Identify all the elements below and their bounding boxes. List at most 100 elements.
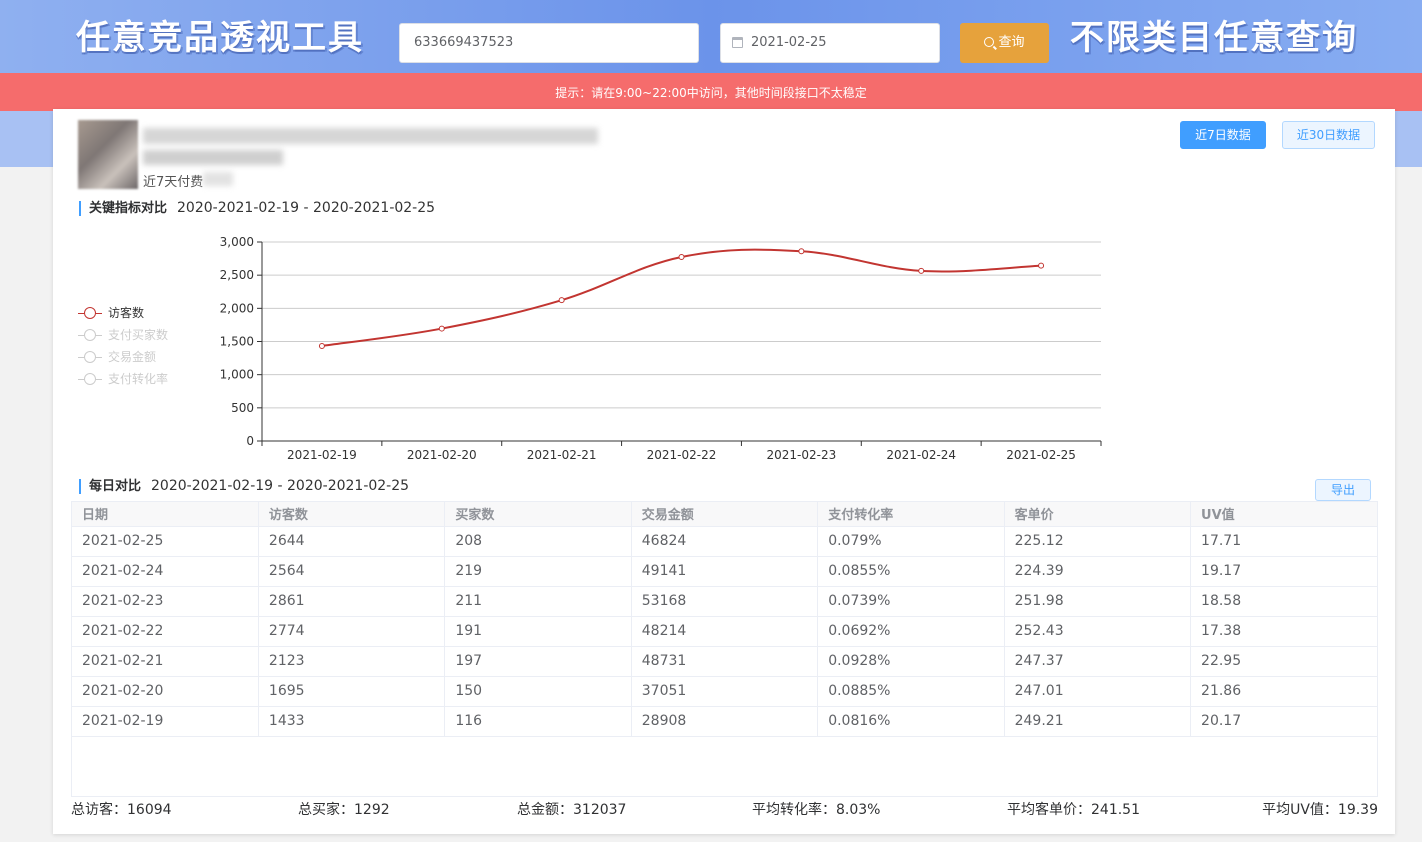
table-cell: 2021-02-19 xyxy=(72,706,259,737)
calendar-icon xyxy=(732,37,743,48)
table-cell: 197 xyxy=(444,646,632,677)
table-cell: 49141 xyxy=(631,556,819,587)
table-cell: 191 xyxy=(444,616,632,647)
date-value: 2021-02-25 xyxy=(751,35,827,50)
column-header: 买家数 xyxy=(444,502,632,527)
key-metrics-range: 2020-2021-02-19 - 2020-2021-02-25 xyxy=(177,200,436,216)
table-cell: 0.0855% xyxy=(817,556,1005,587)
table-cell: 2021-02-21 xyxy=(72,646,259,677)
table-cell: 2021-02-24 xyxy=(72,556,259,587)
table-cell: 46824 xyxy=(631,526,819,557)
y-tick-label: 1,000 xyxy=(220,368,254,382)
data-point xyxy=(678,253,685,260)
table-cell: 208 xyxy=(444,526,632,557)
y-tick-label: 2,000 xyxy=(220,301,254,315)
data-point xyxy=(558,297,565,304)
table-cell: 249.21 xyxy=(1004,706,1192,737)
table-cell: 0.0692% xyxy=(817,616,1005,647)
x-tick-label: 2021-02-23 xyxy=(766,448,836,462)
blurred-product-title xyxy=(143,128,598,144)
table-row: 2021-02-20 1695 150 37051 0.0885% 247.01 21.86 xyxy=(72,676,1377,707)
table-cell: 48731 xyxy=(631,646,819,677)
avg-order-value: 平均客单价：241.51 xyxy=(1007,802,1140,818)
last-30-days-button[interactable]: 近30日数据 xyxy=(1282,121,1375,149)
table-cell: 17.71 xyxy=(1190,526,1377,557)
table-cell: 252.43 xyxy=(1004,616,1192,647)
data-point xyxy=(798,248,805,255)
column-header: 客单价 xyxy=(1004,502,1192,527)
blurred-product-info xyxy=(143,150,283,165)
table-cell: 2021-02-20 xyxy=(72,676,259,707)
y-tick-label: 2,500 xyxy=(220,268,254,282)
export-button[interactable]: 导出 xyxy=(1315,479,1371,501)
total-visitors: 总访客：16094 xyxy=(71,802,172,818)
x-tick-label: 2021-02-22 xyxy=(647,448,717,462)
last-7-days-button[interactable]: 近7日数据 xyxy=(1180,121,1266,149)
daily-range: 2020-2021-02-19 - 2020-2021-02-25 xyxy=(151,478,410,494)
avg-uv-value: 平均UV值：19.39 xyxy=(1262,802,1378,818)
table-cell: 19.17 xyxy=(1190,556,1377,587)
y-tick-label: 0 xyxy=(246,434,254,448)
data-point xyxy=(918,267,925,274)
table-cell: 247.37 xyxy=(1004,646,1192,677)
product-image xyxy=(78,120,138,189)
y-tick-label: 1,500 xyxy=(220,335,254,349)
table-cell: 0.0816% xyxy=(817,706,1005,737)
search-icon xyxy=(984,37,995,47)
y-tick-label: 3,000 xyxy=(220,235,254,249)
table-row: 2021-02-22 2774 191 48214 0.0692% 252.43 17.38 xyxy=(72,616,1377,647)
y-tick-label: 500 xyxy=(231,401,254,415)
x-tick-label: 2021-02-25 xyxy=(1006,448,1076,462)
date-picker[interactable]: 2021-02-25 xyxy=(720,23,940,63)
slogan: 不限类目任意查询 xyxy=(1070,18,1358,58)
table-cell: 17.38 xyxy=(1190,616,1377,647)
table-header: 日期 访客数 买家数 交易金额 支付转化率 客单价 UV值 xyxy=(72,502,1377,527)
table-cell: 224.39 xyxy=(1004,556,1192,587)
table-cell: 1695 xyxy=(258,676,446,707)
notice-bar: 提示：请在9:00~22:00中访问，其他时间段接口不太稳定 xyxy=(0,73,1422,111)
column-header: 访客数 xyxy=(258,502,446,527)
table-row: 2021-02-21 2123 197 48731 0.0928% 247.37 22.95 xyxy=(72,646,1377,677)
table-cell: 0.0885% xyxy=(817,676,1005,707)
key-metrics-heading: 关键指标对比 2020-2021-02-19 - 2020-2021-02-25 xyxy=(79,201,435,216)
table-cell: 20.17 xyxy=(1190,706,1377,737)
daily-table: 日期 访客数 买家数 交易金额 支付转化率 客单价 UV值 2021-02-25 2644 20… xyxy=(71,501,1378,797)
table-cell: 2861 xyxy=(258,586,446,617)
table-cell: 0.0928% xyxy=(817,646,1005,677)
table-cell: 1433 xyxy=(258,706,446,737)
table-cell: 2021-02-22 xyxy=(72,616,259,647)
table-cell: 53168 xyxy=(631,586,819,617)
table-body: 2021-02-25 2644 208 46824 0.079% 225.12 17.71 2… xyxy=(72,526,1377,737)
data-point xyxy=(318,342,325,349)
table-cell: 2021-02-25 xyxy=(72,526,259,557)
x-tick-label: 2021-02-20 xyxy=(407,448,477,462)
table-cell: 2123 xyxy=(258,646,446,677)
table-cell: 0.0739% xyxy=(817,586,1005,617)
table-cell: 211 xyxy=(444,586,632,617)
table-cell: 219 xyxy=(444,556,632,587)
column-header: UV值 xyxy=(1190,502,1377,527)
table-cell: 18.58 xyxy=(1190,586,1377,617)
key-metrics-title: 关键指标对比 xyxy=(89,201,168,216)
column-header: 交易金额 xyxy=(631,502,819,527)
table-cell: 21.86 xyxy=(1190,676,1377,707)
table-row: 2021-02-23 2861 211 53168 0.0739% 251.98 18.58 xyxy=(72,586,1377,617)
item-id-input[interactable]: 633669437523 xyxy=(399,23,699,63)
x-tick-label: 2021-02-21 xyxy=(527,448,597,462)
daily-heading: 每日对比 2020-2021-02-19 - 2020-2021-02-25 xyxy=(79,479,409,494)
series-line xyxy=(321,248,1042,347)
blurred-product-sales xyxy=(203,172,233,186)
avg-conversion: 平均转化率：8.03% xyxy=(752,802,881,818)
data-point xyxy=(1038,262,1045,269)
table-row: 2021-02-25 2644 208 46824 0.079% 225.12 17.71 xyxy=(72,526,1377,557)
column-header: 支付转化率 xyxy=(817,502,1005,527)
total-buyers: 总买家：1292 xyxy=(298,802,390,818)
table-cell: 22.95 xyxy=(1190,646,1377,677)
table-cell: 251.98 xyxy=(1004,586,1192,617)
x-tick-label: 2021-02-19 xyxy=(287,448,357,462)
table-cell: 28908 xyxy=(631,706,819,737)
query-button[interactable]: 查询 xyxy=(960,23,1049,63)
x-tick-label: 2021-02-24 xyxy=(886,448,956,462)
table-cell: 48214 xyxy=(631,616,819,647)
tool-title: 任意竞品透视工具 xyxy=(76,18,364,58)
